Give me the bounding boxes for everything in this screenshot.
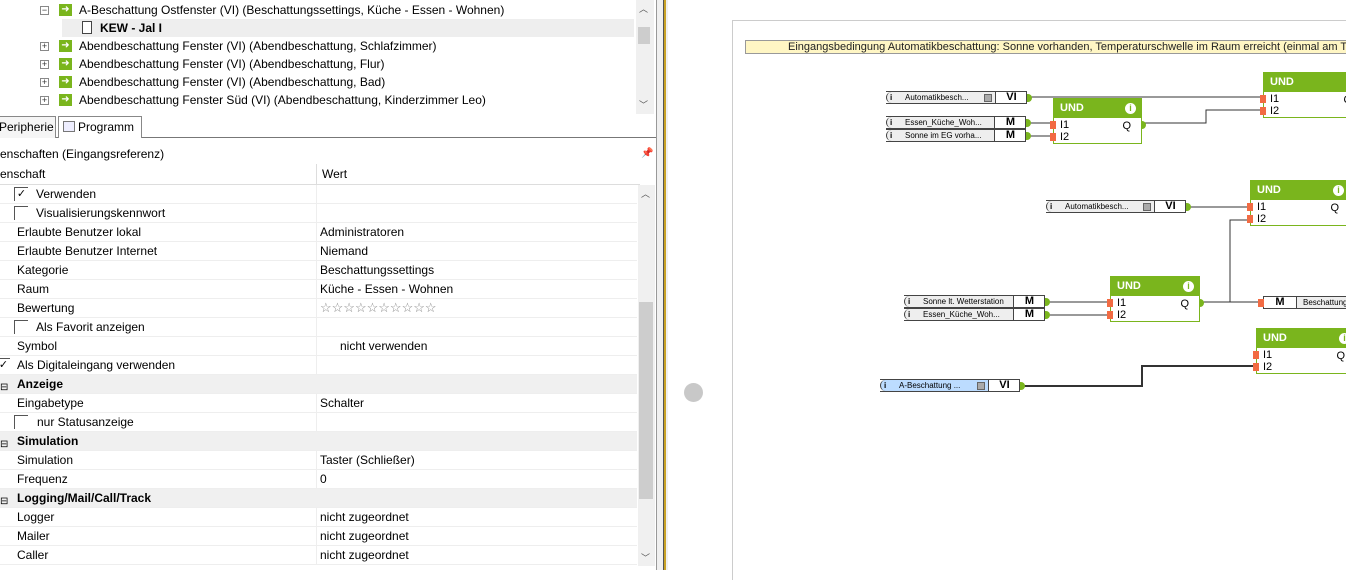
input-reference[interactable]: Automatikbesch... i VI: [886, 91, 1032, 104]
input-pin-icon[interactable]: [1107, 299, 1113, 307]
input-reference[interactable]: Essen_Küche_Woh... i M: [886, 116, 1031, 129]
input-pin-icon[interactable]: [1247, 203, 1253, 211]
input-pin-icon[interactable]: [1247, 215, 1253, 223]
info-icon[interactable]: i: [908, 296, 910, 307]
input-reference[interactable]: A-Beschattung ... i VI: [880, 379, 1025, 392]
info-icon[interactable]: i: [908, 309, 910, 320]
info-icon[interactable]: i: [1125, 103, 1136, 114]
output-reference[interactable]: M Beschattung: [1258, 296, 1346, 309]
und-block[interactable]: UNDiI1I2Q: [1247, 180, 1346, 226]
info-icon[interactable]: i: [1339, 333, 1346, 344]
toggle-icon[interactable]: [977, 382, 985, 390]
und-block[interactable]: UNDiI1I2Q: [1260, 72, 1346, 118]
und-block[interactable]: UNDiI1I2Q: [1050, 98, 1146, 144]
info-icon[interactable]: i: [890, 117, 892, 128]
input-pin-icon[interactable]: [1253, 363, 1259, 371]
input-pin-icon[interactable]: [1260, 107, 1266, 115]
wire: [1144, 109, 1260, 124]
info-icon[interactable]: i: [890, 130, 892, 141]
und-block[interactable]: UNDiI1I2Q: [1253, 328, 1346, 374]
input-pin-icon[interactable]: [1253, 351, 1259, 359]
input-pin-icon[interactable]: [1258, 299, 1264, 307]
input-reference[interactable]: Automatikbesch... i VI: [1046, 200, 1191, 213]
input-pin-icon[interactable]: [1050, 133, 1056, 141]
info-icon[interactable]: i: [884, 380, 886, 391]
input-reference[interactable]: Essen_Küche_Woh... i M: [904, 308, 1050, 321]
toggle-icon[interactable]: [984, 94, 992, 102]
input-reference[interactable]: Sonne lt. Wetterstation i M: [904, 295, 1050, 308]
wire: [1229, 219, 1248, 302]
wire: [1023, 365, 1254, 387]
und-block[interactable]: UNDiI1I2Q: [1107, 276, 1204, 322]
info-icon[interactable]: i: [1333, 185, 1344, 196]
info-icon[interactable]: i: [1183, 281, 1194, 292]
input-pin-icon[interactable]: [1260, 95, 1266, 103]
toggle-icon[interactable]: [1143, 203, 1151, 211]
input-pin-icon[interactable]: [1050, 121, 1056, 129]
input-pin-icon[interactable]: [1107, 311, 1113, 319]
info-icon[interactable]: i: [1050, 201, 1052, 212]
info-icon[interactable]: i: [890, 92, 892, 103]
input-reference[interactable]: Sonne im EG vorha... i M: [886, 129, 1031, 142]
